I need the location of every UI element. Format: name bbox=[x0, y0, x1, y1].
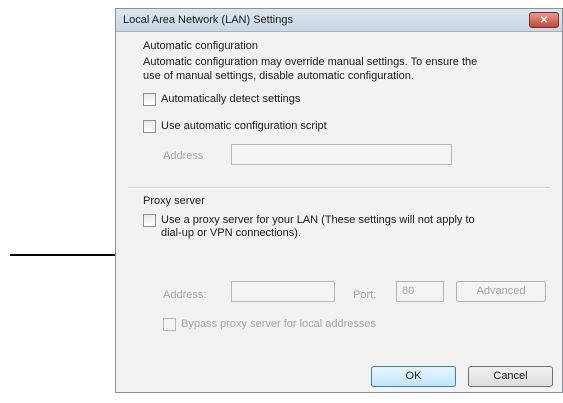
proxy-server-heading: Proxy server bbox=[143, 195, 205, 207]
close-icon: ✕ bbox=[539, 15, 549, 26]
proxy-address-field[interactable] bbox=[231, 281, 335, 302]
proxy-port-field[interactable]: 80 bbox=[396, 281, 444, 302]
cancel-button[interactable]: Cancel bbox=[468, 366, 553, 387]
bypass-local-checkbox[interactable] bbox=[163, 318, 176, 331]
auto-detect-row[interactable]: Automatically detect settings bbox=[143, 93, 300, 106]
auto-config-script-label: Use automatic configuration script bbox=[161, 120, 327, 132]
title-bar: Local Area Network (LAN) Settings ✕ bbox=[116, 9, 562, 32]
use-proxy-label-line1: Use a proxy server for your LAN (These s… bbox=[161, 214, 475, 226]
automatic-configuration-description-line2: use of manual settings, disable automati… bbox=[143, 70, 414, 82]
window-title: Local Area Network (LAN) Settings bbox=[123, 14, 293, 26]
divider bbox=[128, 187, 550, 189]
proxy-address-label: Address: bbox=[163, 289, 207, 301]
proxy-port-label: Port: bbox=[353, 289, 377, 301]
bypass-local-row[interactable]: Bypass proxy server for local addresses bbox=[163, 318, 376, 331]
script-address-label: Address bbox=[163, 150, 204, 162]
lan-settings-dialog: Local Area Network (LAN) Settings ✕ Auto… bbox=[115, 8, 563, 393]
auto-detect-checkbox[interactable] bbox=[143, 93, 156, 106]
bypass-local-label: Bypass proxy server for local addresses bbox=[181, 318, 377, 330]
automatic-configuration-heading: Automatic configuration bbox=[143, 40, 258, 52]
use-proxy-checkbox[interactable] bbox=[143, 214, 156, 227]
close-button[interactable]: ✕ bbox=[529, 12, 559, 28]
auto-detect-label: Automatically detect settings bbox=[161, 93, 301, 105]
ok-button[interactable]: OK bbox=[371, 366, 456, 387]
auto-config-script-checkbox[interactable] bbox=[143, 120, 156, 133]
automatic-configuration-description-line1: Automatic configuration may override man… bbox=[143, 56, 478, 68]
use-proxy-row[interactable]: Use a proxy server for your LAN (These s… bbox=[143, 214, 475, 240]
advanced-button[interactable]: Advanced bbox=[456, 281, 546, 302]
script-address-field[interactable] bbox=[231, 144, 452, 165]
use-proxy-label-line2: dial-up or VPN connections). bbox=[161, 227, 302, 239]
auto-config-script-row[interactable]: Use automatic configuration script bbox=[143, 120, 327, 133]
